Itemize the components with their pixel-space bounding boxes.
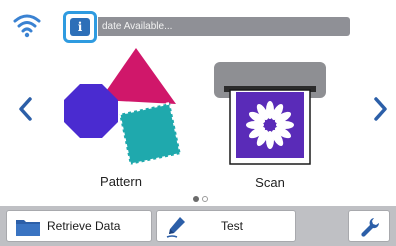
update-text: date Available... (102, 21, 173, 32)
chevron-left-icon (19, 97, 32, 121)
settings-button[interactable] (348, 210, 390, 242)
previous-arrow[interactable] (16, 95, 36, 123)
retrieve-data-label: Retrieve Data (47, 219, 121, 233)
pen-icon (165, 214, 189, 243)
wifi-icon[interactable] (12, 11, 42, 41)
test-label: Test (221, 219, 244, 233)
folder-icon (15, 217, 41, 242)
page-dot-inactive (202, 196, 208, 202)
wrench-icon (359, 216, 381, 243)
test-button[interactable]: Test (156, 210, 296, 242)
status-bar: i date Available... (6, 11, 392, 43)
page-indicator (188, 194, 212, 204)
pattern-label: Pattern (100, 174, 142, 189)
scanner-icon (214, 62, 326, 165)
pattern-card[interactable]: Pattern (56, 46, 186, 194)
page-dot-active (193, 196, 199, 202)
shapes-icon (64, 48, 183, 167)
info-icon: i (70, 18, 90, 36)
scan-card[interactable]: Scan (210, 62, 330, 194)
retrieve-data-button[interactable]: Retrieve Data (6, 210, 152, 242)
info-button[interactable]: i (63, 11, 97, 43)
next-arrow[interactable] (370, 95, 390, 123)
bottom-bar: Retrieve Data Test (0, 206, 396, 246)
scan-label: Scan (255, 175, 285, 190)
screen: i date Available... Pattern Scan Retriev… (0, 0, 396, 246)
chevron-right-icon (374, 97, 387, 121)
update-notification[interactable]: date Available... (98, 17, 350, 36)
